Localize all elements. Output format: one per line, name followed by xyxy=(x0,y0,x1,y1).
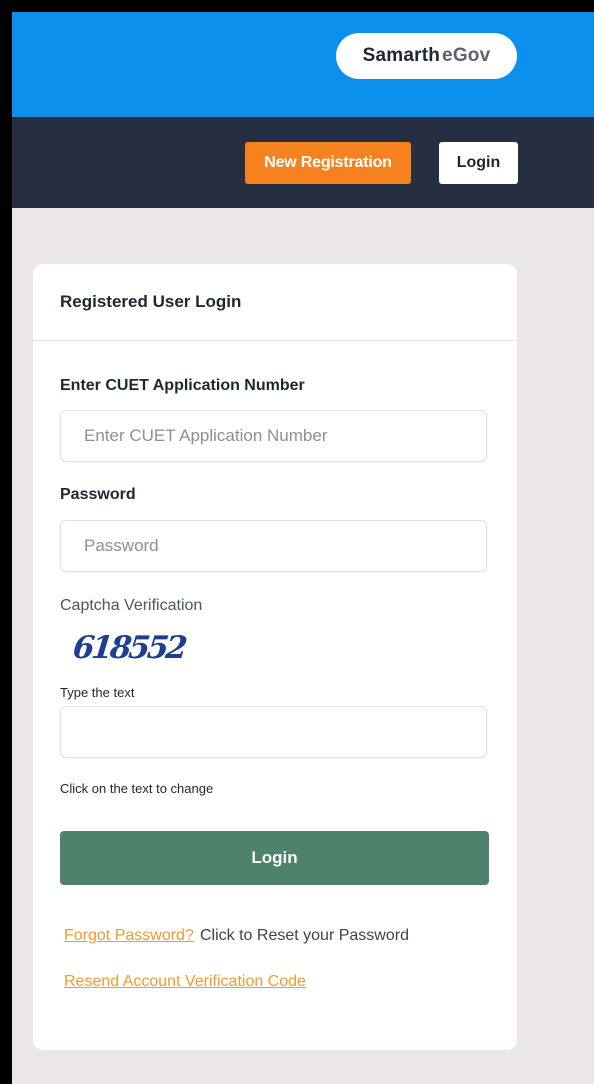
card-header: Registered User Login xyxy=(33,264,517,341)
card-title: Registered User Login xyxy=(60,292,242,311)
login-submit-button[interactable]: Login xyxy=(60,831,489,885)
captcha-image[interactable]: 618552 xyxy=(71,628,187,668)
brand-suffix: eGov xyxy=(442,45,491,66)
page-frame: Samarth eGov New Registration Login Regis… xyxy=(12,12,594,1084)
captcha-hint: Click on the text to change xyxy=(60,781,214,796)
captcha-input[interactable] xyxy=(60,706,487,758)
application-number-label: Enter CUET Application Number xyxy=(60,377,305,394)
forgot-password-link[interactable]: Forgot Password? xyxy=(64,927,194,945)
brand-logo[interactable]: Samarth eGov xyxy=(336,33,517,79)
type-text-label: Type the text xyxy=(60,685,135,700)
application-number-input[interactable] xyxy=(60,410,487,462)
password-input[interactable] xyxy=(60,520,487,572)
resend-verification-link[interactable]: Resend Account Verification Code xyxy=(64,973,306,991)
nav-login-button[interactable]: Login xyxy=(439,142,518,184)
new-registration-button[interactable]: New Registration xyxy=(245,142,411,184)
password-label: Password xyxy=(60,486,136,503)
forgot-password-description: Click to Reset your Password xyxy=(200,927,409,944)
brand-name: Samarth xyxy=(362,45,441,66)
captcha-label: Captcha Verification xyxy=(60,597,203,614)
top-header: Samarth eGov xyxy=(12,12,594,117)
login-card: Registered User Login Enter CUET Applica… xyxy=(33,264,517,1050)
